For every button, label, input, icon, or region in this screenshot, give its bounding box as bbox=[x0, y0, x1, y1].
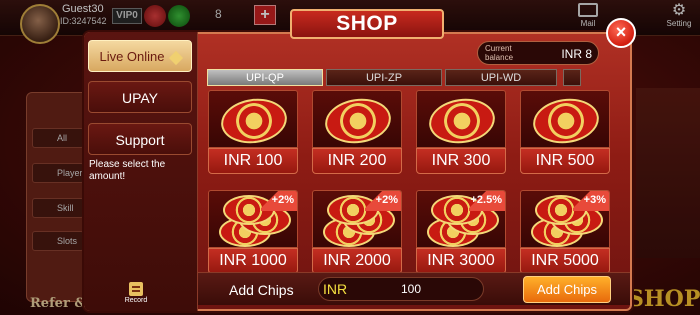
close-button[interactable]: × bbox=[606, 18, 636, 48]
sidebar-item-live-online[interactable]: Live Online bbox=[88, 40, 192, 72]
current-balance: Current balance INR 8 bbox=[477, 41, 599, 65]
tab-upi-wd[interactable]: UPI-WD bbox=[445, 69, 557, 86]
package-card[interactable]: INR 100 bbox=[208, 90, 298, 174]
chip-stack-image: +2% bbox=[312, 190, 402, 248]
package-card[interactable]: INR 500 bbox=[520, 90, 610, 174]
chip-stack-image: +3% bbox=[520, 190, 610, 248]
package-card[interactable]: +2% INR 1000 bbox=[208, 190, 298, 274]
sidebar-item-support[interactable]: Support bbox=[88, 123, 192, 155]
package-card[interactable]: +3% INR 5000 bbox=[520, 190, 610, 274]
sidebar-item-upay[interactable]: UPAY bbox=[88, 81, 192, 113]
package-price: INR 1000 bbox=[208, 248, 298, 274]
package-card[interactable]: INR 300 bbox=[416, 90, 506, 174]
bonus-percent: +2% bbox=[271, 194, 294, 206]
package-price: INR 3000 bbox=[416, 248, 506, 274]
record-button[interactable]: Record bbox=[122, 282, 150, 304]
chip-image bbox=[312, 90, 402, 148]
chip-icon bbox=[218, 94, 290, 147]
bonus-percent: +2.5% bbox=[470, 194, 503, 206]
package-card[interactable]: +2% INR 2000 bbox=[312, 190, 402, 274]
package-price: INR 200 bbox=[312, 148, 402, 174]
package-card[interactable]: +2.5% INR 3000 bbox=[416, 190, 506, 274]
package-card[interactable]: INR 200 bbox=[312, 90, 402, 174]
amount-input[interactable] bbox=[356, 280, 466, 298]
chip-image bbox=[416, 90, 506, 148]
shop-title: SHOP bbox=[336, 12, 398, 35]
bonus-percent: +2% bbox=[375, 194, 398, 206]
package-price: INR 100 bbox=[208, 148, 298, 174]
diamond-icon bbox=[168, 50, 183, 65]
package-price: INR 300 bbox=[416, 148, 506, 174]
shop-title-plate: SHOP bbox=[290, 9, 444, 39]
record-label: Record bbox=[124, 297, 148, 304]
current-balance-value: INR 8 bbox=[561, 47, 592, 61]
record-icon bbox=[129, 282, 143, 296]
chip-image bbox=[208, 90, 298, 148]
package-price: INR 5000 bbox=[520, 248, 610, 274]
chip-image bbox=[520, 90, 610, 148]
bonus-percent: +3% bbox=[583, 194, 606, 206]
chip-icon bbox=[322, 94, 394, 147]
add-chips-label: Add Chips bbox=[229, 282, 294, 298]
package-price: INR 500 bbox=[520, 148, 610, 174]
add-chips-button[interactable]: Add Chips bbox=[523, 276, 611, 303]
sidebar-item-label: Live Online bbox=[99, 49, 165, 64]
tab-upi-zp[interactable]: UPI-ZP bbox=[326, 69, 442, 86]
chip-icon bbox=[530, 94, 602, 147]
select-amount-hint: Please select the amount! bbox=[89, 159, 166, 182]
tab-extra[interactable] bbox=[563, 69, 581, 86]
package-price: INR 2000 bbox=[312, 248, 402, 274]
current-balance-label: Current balance bbox=[485, 44, 514, 62]
chip-icon bbox=[426, 94, 498, 147]
chip-stack-image: +2.5% bbox=[416, 190, 506, 248]
currency-label: INR bbox=[323, 281, 348, 297]
chip-stack-image: +2% bbox=[208, 190, 298, 248]
tab-upi-qp[interactable]: UPI-QP bbox=[207, 69, 323, 86]
